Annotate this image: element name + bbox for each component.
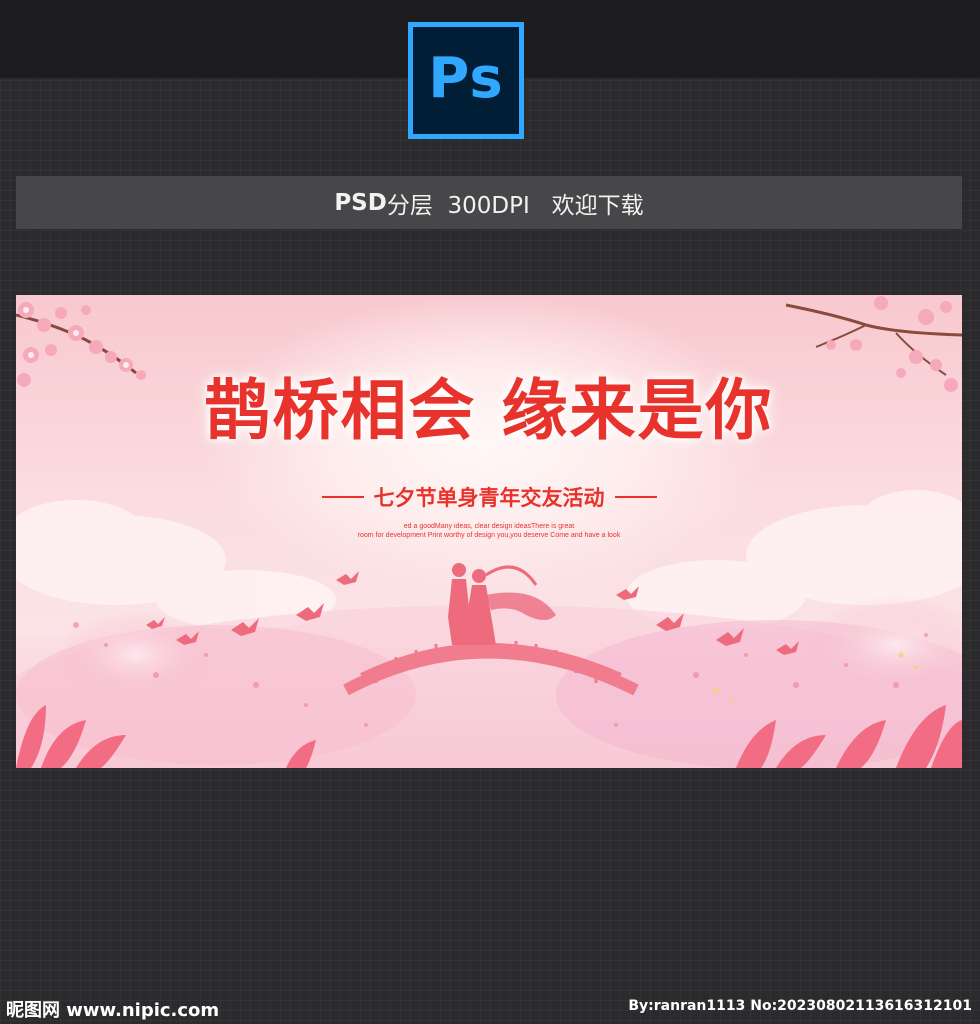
photoshop-logo-icon: Ps — [408, 22, 524, 139]
subtitle-dash-right — [614, 496, 657, 498]
footer-site: 昵图网 www.nipic.com — [6, 1000, 220, 1021]
info-bar: PSD 分层 300DPI 欢迎下载 — [16, 176, 962, 229]
footer-id: By:ranran1113 No:20230802113616312101 — [628, 998, 972, 1014]
subtitle-row: 七夕节单身青年交友活动 — [16, 482, 962, 512]
logo-text: Ps — [428, 46, 504, 111]
banner-title: 鹊桥相会 缘来是你 — [204, 372, 774, 449]
qixi-banner: 鹊桥相会 缘来是你 七夕节单身青年交友活动 ed a goodMany idea… — [16, 295, 962, 768]
info-bar-text: 分层 300DPI 欢迎下载 — [386, 192, 644, 219]
english-line-1: ed a goodMany ideas, clear design ideasT… — [403, 523, 575, 530]
info-bar-psd: PSD — [334, 189, 387, 216]
english-line-2: room for development Print worthy of des… — [357, 532, 621, 539]
banner-subtitle: 七夕节单身青年交友活动 — [373, 486, 605, 510]
subtitle-dash-left — [321, 496, 364, 498]
